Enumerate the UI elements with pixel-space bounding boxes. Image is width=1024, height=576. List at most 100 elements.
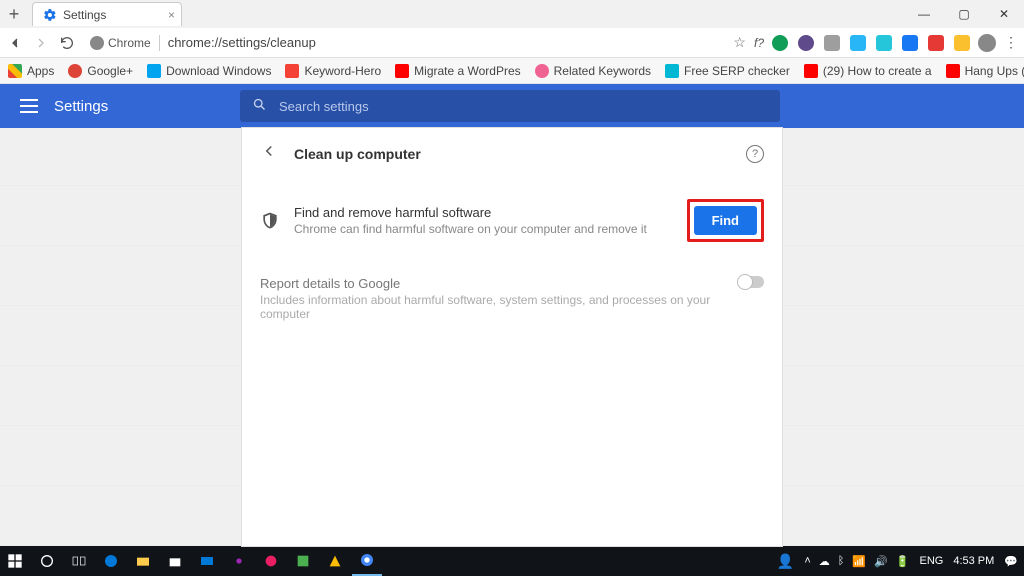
- ext-blue-icon[interactable]: [850, 35, 866, 51]
- onedrive-icon[interactable]: ☁: [819, 555, 830, 568]
- nav-forward-button[interactable]: [32, 34, 50, 52]
- battery-icon[interactable]: 🔋: [896, 555, 910, 568]
- cortana-icon[interactable]: [32, 546, 62, 576]
- find-harmful-row: Find and remove harmful software Chrome …: [242, 179, 782, 262]
- report-row: Report details to Google Includes inform…: [242, 262, 782, 335]
- help-icon[interactable]: ?: [746, 145, 764, 163]
- bookmark-star-icon[interactable]: ☆: [733, 34, 746, 51]
- start-button[interactable]: [0, 546, 30, 576]
- bookmark-label: Keyword-Hero: [304, 64, 381, 78]
- bluetooth-icon[interactable]: ᛒ: [838, 555, 845, 567]
- ext-grey-icon[interactable]: [824, 35, 840, 51]
- ext-red-f-icon[interactable]: [928, 35, 944, 51]
- browser-toolbar: Chrome chrome://settings/cleanup ☆ f? ⋮: [0, 28, 1024, 58]
- menu-icon[interactable]: [20, 99, 38, 113]
- browser-menu-icon[interactable]: ⋮: [1004, 34, 1018, 51]
- profile-avatar[interactable]: [978, 34, 996, 52]
- apps-grid-icon: [8, 64, 22, 78]
- new-tab-button[interactable]: +: [4, 4, 24, 24]
- bookmark-related-keywords[interactable]: Related Keywords: [535, 64, 651, 78]
- highlight-box: Find: [687, 199, 764, 242]
- bookmark-googleplus[interactable]: Google+: [68, 64, 133, 78]
- bookmark-label: Related Keywords: [554, 64, 651, 78]
- chrome-icon: [90, 36, 104, 50]
- bookmark-youtube-howto[interactable]: (29) How to create a: [804, 64, 932, 78]
- store-icon[interactable]: [160, 546, 190, 576]
- site-info-chip[interactable]: Chrome: [90, 36, 151, 50]
- apps-shortcut[interactable]: Apps: [8, 64, 54, 78]
- bookmark-migrate-wp[interactable]: Migrate a WordPres: [395, 64, 520, 78]
- settings-search[interactable]: [240, 90, 780, 122]
- bookmark-label: Google+: [87, 64, 133, 78]
- shield-icon: [260, 211, 280, 231]
- panel-header: Clean up computer ?: [242, 128, 782, 179]
- wifi-icon[interactable]: 📶: [852, 555, 866, 568]
- settings-header: Settings: [0, 84, 1024, 128]
- bookmark-label: Hang Ups (Want You: [965, 64, 1024, 78]
- task-view-icon[interactable]: [64, 546, 94, 576]
- ext-yellow-icon[interactable]: [954, 35, 970, 51]
- clock[interactable]: 4:53 PM: [953, 555, 994, 567]
- gear-icon: [43, 8, 57, 22]
- volume-icon[interactable]: 🔊: [874, 555, 888, 568]
- omnibox-url[interactable]: chrome://settings/cleanup: [168, 35, 316, 50]
- chrome-taskbar-icon[interactable]: [352, 546, 382, 576]
- tray-up-icon[interactable]: ˄: [804, 555, 810, 567]
- bookmarks-bar: Apps Google+ Download Windows Keyword-He…: [0, 58, 1024, 84]
- paint-icon[interactable]: [288, 546, 318, 576]
- mail-icon[interactable]: [192, 546, 222, 576]
- settings-taskbar-icon[interactable]: [224, 546, 254, 576]
- ext-facebook-icon[interactable]: [902, 35, 918, 51]
- system-tray[interactable]: ˄ ☁ ᛒ 📶 🔊 🔋: [804, 555, 909, 568]
- back-arrow-icon[interactable]: [260, 142, 278, 165]
- bookmark-icon: [147, 64, 161, 78]
- font-query-label[interactable]: f?: [754, 36, 764, 50]
- action-center-icon[interactable]: 💬: [1004, 555, 1018, 568]
- bookmark-label: Migrate a WordPres: [414, 64, 520, 78]
- bookmark-label: (29) How to create a: [823, 64, 932, 78]
- report-toggle[interactable]: [738, 276, 764, 288]
- bookmark-download-windows[interactable]: Download Windows: [147, 64, 271, 78]
- find-row-title: Find and remove harmful software: [294, 205, 687, 220]
- browser-tab-settings[interactable]: Settings ×: [32, 2, 182, 26]
- language-indicator[interactable]: ENG: [919, 555, 943, 567]
- window-minimize-button[interactable]: —: [904, 0, 944, 28]
- bookmark-icon: [68, 64, 82, 78]
- site-info-label: Chrome: [108, 36, 151, 50]
- ext-purple-icon[interactable]: [798, 35, 814, 51]
- nav-back-button[interactable]: [6, 34, 24, 52]
- bookmark-icon: [285, 64, 299, 78]
- bookmark-icon: [395, 64, 409, 78]
- bookmark-icon: [665, 64, 679, 78]
- people-icon[interactable]: 👤: [777, 553, 794, 570]
- report-row-subtitle: Includes information about harmful softw…: [260, 293, 738, 321]
- apps-label: Apps: [27, 64, 54, 78]
- window-maximize-button[interactable]: ▢: [944, 0, 984, 28]
- omnibox[interactable]: Chrome chrome://settings/cleanup: [90, 32, 316, 54]
- bookmark-free-serp[interactable]: Free SERP checker: [665, 64, 790, 78]
- snip-icon[interactable]: [256, 546, 286, 576]
- edge-icon[interactable]: [96, 546, 126, 576]
- bookmark-icon: [946, 64, 960, 78]
- find-button[interactable]: Find: [694, 206, 757, 235]
- find-row-subtitle: Chrome can find harmful software on your…: [294, 222, 687, 236]
- bookmark-label: Download Windows: [166, 64, 271, 78]
- settings-search-input[interactable]: [279, 99, 768, 114]
- ext-camera-icon[interactable]: [876, 35, 892, 51]
- bookmark-icon: [804, 64, 818, 78]
- bookmark-keyword-hero[interactable]: Keyword-Hero: [285, 64, 381, 78]
- page-title: Clean up computer: [294, 146, 421, 162]
- tab-title: Settings: [63, 8, 106, 22]
- bookmark-icon: [535, 64, 549, 78]
- file-explorer-icon[interactable]: [128, 546, 158, 576]
- settings-panel: Clean up computer ? Find and remove harm…: [242, 128, 782, 546]
- nav-reload-button[interactable]: [58, 34, 76, 52]
- adwords-icon[interactable]: [320, 546, 350, 576]
- close-tab-icon[interactable]: ×: [168, 8, 175, 22]
- report-row-title: Report details to Google: [260, 276, 738, 291]
- ext-grammarly-icon[interactable]: [772, 35, 788, 51]
- extensions-row: [772, 35, 970, 51]
- window-close-button[interactable]: ✕: [984, 0, 1024, 28]
- bookmark-hangups[interactable]: Hang Ups (Want You: [946, 64, 1024, 78]
- settings-app-title: Settings: [54, 98, 108, 115]
